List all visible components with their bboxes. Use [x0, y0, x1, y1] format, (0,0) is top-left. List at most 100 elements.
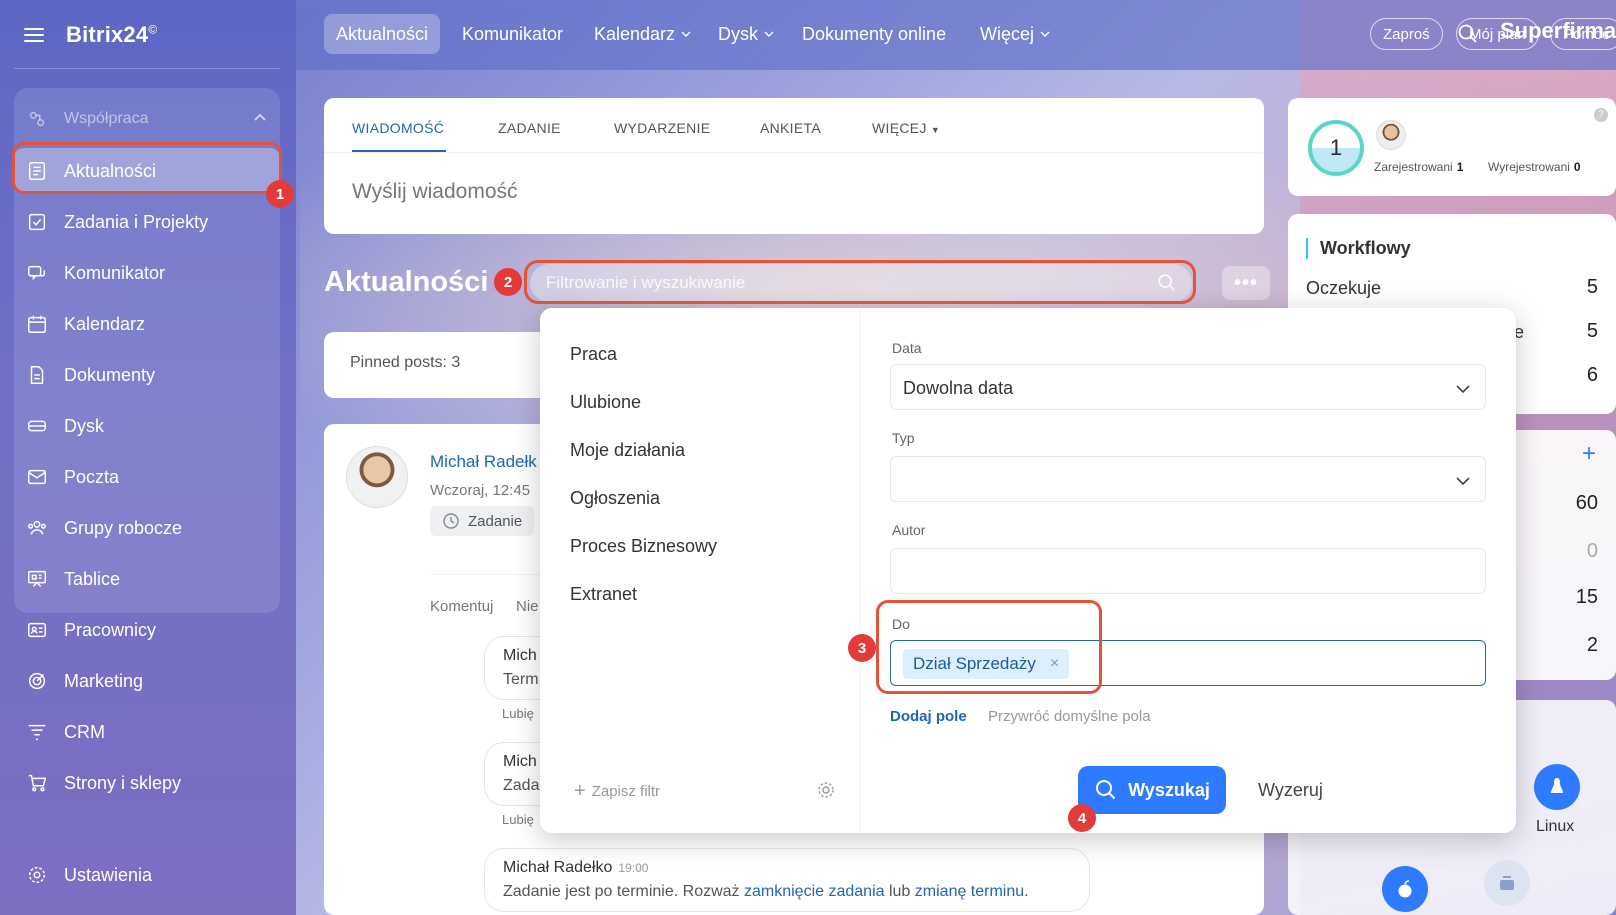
- sidebar-group-label: Współpraca: [64, 110, 149, 127]
- preset-business-process[interactable]: Proces Biznesowy: [570, 536, 717, 557]
- save-filter-button[interactable]: + Zapisz filtr: [574, 780, 660, 803]
- type-select[interactable]: [890, 456, 1486, 502]
- chevron-up-icon[interactable]: [252, 110, 268, 126]
- sidebar: Bitrix24© Współpraca Aktualności Zadania…: [0, 0, 296, 915]
- nav-news[interactable]: Aktualności: [324, 14, 441, 54]
- sidebar-item-label: CRM: [64, 721, 105, 742]
- sidebar-item-drive[interactable]: Dysk: [14, 403, 280, 449]
- stat-count[interactable]: 0: [1587, 540, 1598, 563]
- preset-my-activity[interactable]: Moje działania: [570, 440, 685, 461]
- logo[interactable]: Bitrix24©: [66, 22, 157, 48]
- sidebar-item-mail[interactable]: Poczta: [14, 454, 280, 500]
- highlight-recipient: [876, 600, 1102, 694]
- sidebar-item-documents[interactable]: Dokumenty: [14, 352, 280, 398]
- invite-button[interactable]: Zaproś: [1370, 18, 1443, 50]
- android-icon[interactable]: [1484, 860, 1530, 906]
- sidebar-item-marketing[interactable]: Marketing: [14, 658, 280, 704]
- comment-action[interactable]: Komentuj: [430, 598, 493, 615]
- sidebar-item-label: Dokumenty: [64, 364, 156, 385]
- gear-icon: [26, 864, 48, 886]
- stat-count[interactable]: 60: [1576, 492, 1598, 515]
- nav-messenger[interactable]: Komunikator: [450, 14, 575, 54]
- restore-default-fields-link[interactable]: Przywróć domyślne pola: [988, 708, 1151, 725]
- tab-poll[interactable]: ANKIETA: [760, 120, 821, 136]
- workflow-row-count: 6: [1586, 364, 1598, 386]
- page-title: Aktualności: [324, 266, 489, 298]
- workflow-row-count: 5: [1586, 320, 1598, 342]
- post-author[interactable]: Michał Radełk: [430, 452, 537, 472]
- apple-icon[interactable]: [1382, 866, 1428, 912]
- stat-count[interactable]: 2: [1587, 634, 1598, 657]
- help-button[interactable]: Pomoc: [1550, 18, 1616, 50]
- date-select[interactable]: Dowolna data: [890, 364, 1486, 410]
- sidebar-group-header[interactable]: Współpraca: [14, 96, 280, 142]
- avatar[interactable]: [346, 446, 408, 508]
- sidebar-item-label: Tablice: [64, 568, 121, 589]
- task-chip[interactable]: Zadanie: [430, 506, 535, 536]
- nav-more[interactable]: Więcej: [968, 14, 1062, 54]
- tab-message[interactable]: WIADOMOŚĆ: [352, 120, 444, 136]
- sidebar-item-messenger[interactable]: Komunikator: [14, 250, 280, 296]
- sidebar-item-crm[interactable]: CRM: [14, 709, 280, 755]
- sidebar-item-label: Grupy robocze: [64, 517, 183, 538]
- sidebar-item-calendar[interactable]: Kalendarz: [14, 301, 280, 347]
- tab-event[interactable]: WYDARZENIE: [614, 120, 710, 136]
- group-icon: [26, 517, 48, 539]
- preset-work[interactable]: Praca: [570, 344, 617, 365]
- calendar-icon: [26, 313, 48, 335]
- comment: Michał Radełko 19:00 Zadanie jest po term…: [484, 848, 1090, 912]
- add-icon[interactable]: +: [1582, 440, 1596, 468]
- message-input[interactable]: Wyślij wiadomość: [352, 180, 518, 204]
- sidebar-item-tasks[interactable]: Zadania i Projekty: [14, 199, 280, 245]
- registered-label: Zarejestrowani 1: [1374, 160, 1464, 174]
- filter-presets-panel: Praca Ulubione Moje działania Ogłoszenia…: [540, 308, 860, 833]
- like-action[interactable]: Lubię: [502, 812, 534, 827]
- search-button[interactable]: Wyszukaj: [1078, 766, 1226, 814]
- add-field-link[interactable]: Dodaj pole: [890, 708, 967, 725]
- registration-count: 1: [1308, 120, 1364, 176]
- stat-count[interactable]: 15: [1576, 586, 1598, 609]
- sidebar-item-workgroups[interactable]: Grupy robocze: [14, 505, 280, 551]
- sidebar-item-boards[interactable]: Tablice: [14, 556, 280, 602]
- chevron-down-icon: [1456, 385, 1470, 394]
- close-task-link[interactable]: zamknięcie zadania: [744, 883, 885, 900]
- top-navigation: Aktualności Komunikator Kalendarz Dysk D…: [296, 0, 1616, 70]
- nav-online-documents[interactable]: Dokumenty online: [790, 14, 958, 54]
- document-icon: [26, 364, 48, 386]
- annotation-badge-4: 4: [1068, 804, 1096, 832]
- target-icon: [26, 670, 48, 692]
- sidebar-item-label: Strony i sklepy: [64, 772, 182, 793]
- filter-popup: Praca Ulubione Moje działania Ogłoszenia…: [540, 308, 1516, 833]
- avatar[interactable]: [1376, 120, 1406, 150]
- preset-favorites[interactable]: Ulubione: [570, 392, 641, 413]
- unfollow-action[interactable]: Nie: [516, 598, 539, 615]
- pinned-posts-card[interactable]: Pinned posts: 3: [324, 332, 564, 398]
- linux-icon[interactable]: [1534, 764, 1580, 810]
- nav-calendar[interactable]: Kalendarz: [582, 14, 703, 54]
- help-icon[interactable]: ?: [1594, 108, 1608, 122]
- chat-icon: [26, 262, 48, 284]
- my-plan-button[interactable]: Mój plan: [1456, 18, 1539, 50]
- collaboration-icon: [26, 108, 48, 130]
- drive-icon: [26, 415, 48, 437]
- sidebar-item-settings[interactable]: Ustawienia: [14, 852, 280, 898]
- change-deadline-link[interactable]: zmianę terminu: [915, 883, 1024, 900]
- logo-row: Bitrix24©: [24, 20, 157, 50]
- author-field[interactable]: [890, 548, 1486, 594]
- reset-button[interactable]: Wyzeruj: [1258, 780, 1323, 801]
- more-options-button[interactable]: •••: [1222, 266, 1270, 300]
- sidebar-item-employees[interactable]: Pracownicy: [14, 607, 280, 653]
- preset-announcements[interactable]: Ogłoszenia: [570, 488, 660, 509]
- nav-drive[interactable]: Dysk: [706, 14, 786, 54]
- highlight-news: [12, 142, 282, 194]
- gear-icon[interactable]: [816, 780, 836, 800]
- author-label: Autor: [892, 522, 926, 538]
- menu-icon[interactable]: [24, 28, 44, 42]
- preset-extranet[interactable]: Extranet: [570, 584, 637, 605]
- sidebar-item-sites[interactable]: Strony i sklepy: [14, 760, 280, 806]
- like-action[interactable]: Lubię: [502, 706, 534, 721]
- tab-task[interactable]: ZADANIE: [498, 120, 561, 136]
- date-label: Data: [892, 340, 922, 356]
- tab-more[interactable]: WIĘCEJ ▼: [872, 120, 940, 136]
- workflow-row-label[interactable]: Oczekuje: [1306, 278, 1381, 299]
